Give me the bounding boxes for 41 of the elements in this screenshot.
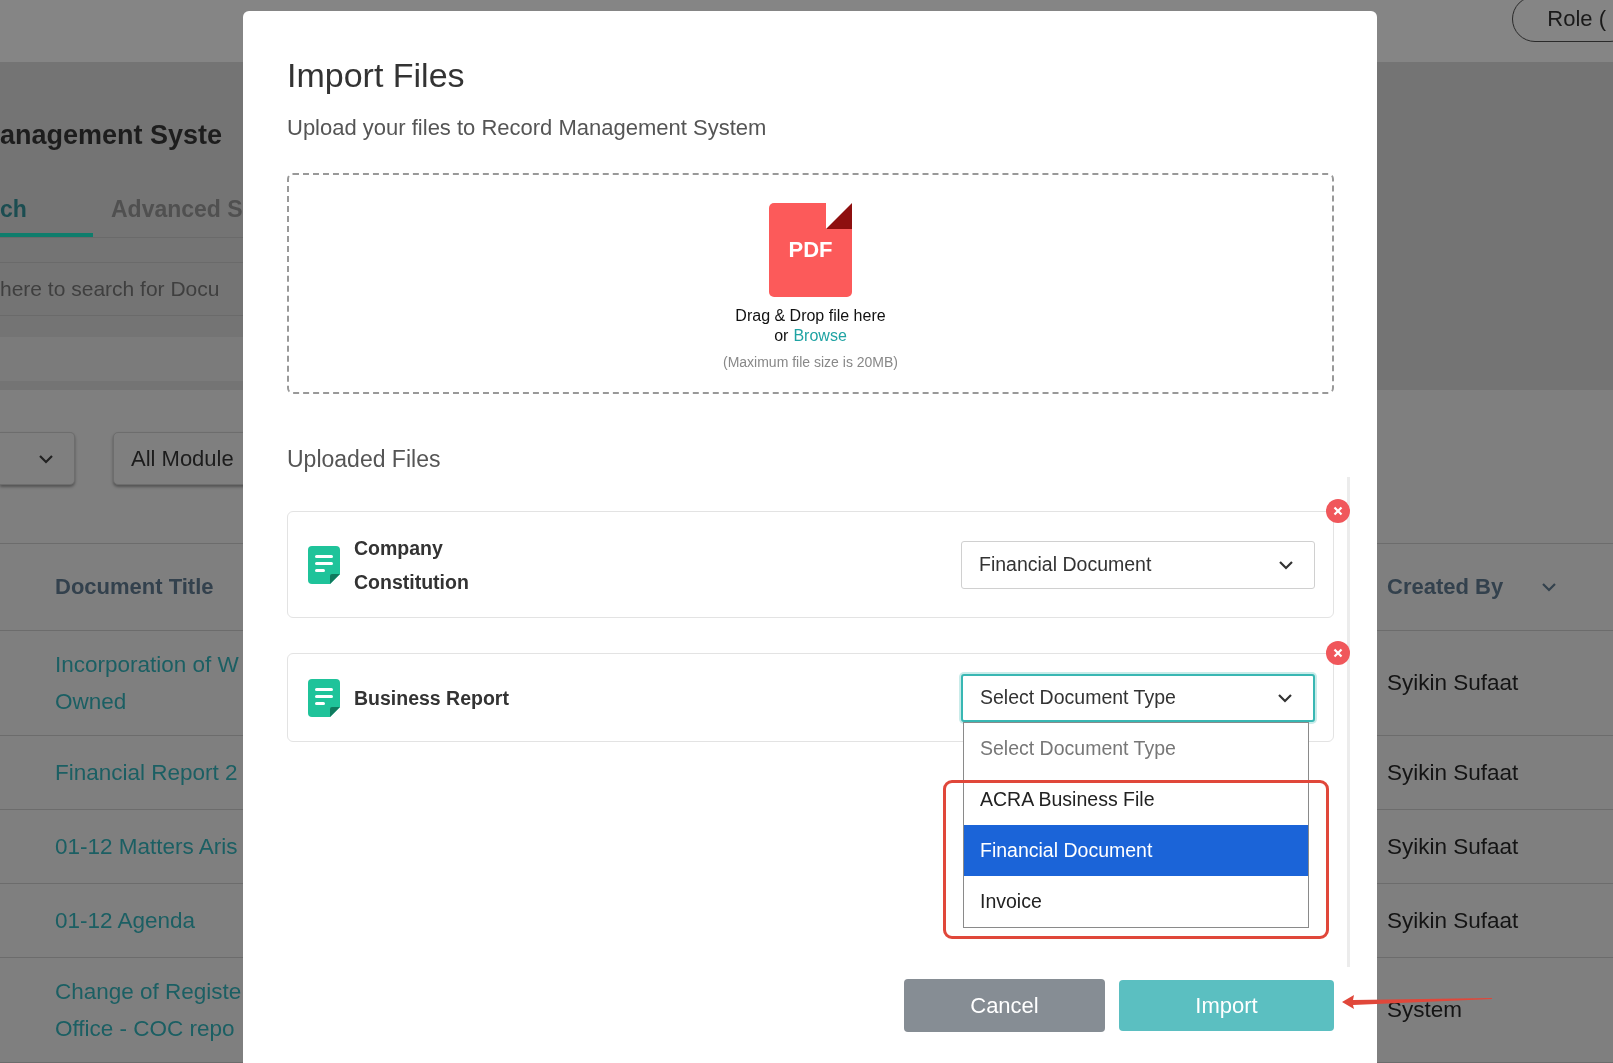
dropdown-option[interactable]: Invoice bbox=[964, 875, 1308, 927]
caret-icon bbox=[1278, 559, 1294, 570]
dialog-subtitle: Upload your files to Record Management System bbox=[287, 114, 768, 142]
document-icon bbox=[308, 545, 340, 584]
document-link[interactable]: 01-12 Agenda bbox=[55, 902, 243, 939]
size-note: (Maximum file size is 20MB) bbox=[723, 353, 898, 371]
dropdown-option[interactable]: Select Document Type bbox=[964, 722, 1308, 774]
column-header[interactable]: Created By bbox=[1387, 574, 1504, 600]
document-type-select[interactable]: Select Document Type bbox=[961, 673, 1315, 722]
dropdown-option[interactable]: ACRA Business File bbox=[964, 773, 1308, 825]
document-link[interactable]: Financial Report 2 bbox=[55, 754, 243, 791]
or-text: or bbox=[774, 326, 789, 346]
dialog-title: Import Files bbox=[287, 55, 466, 96]
remove-icon[interactable] bbox=[1326, 641, 1350, 665]
document-icon bbox=[308, 678, 340, 717]
tab[interactable]: ch bbox=[0, 185, 93, 237]
section-heading: Uploaded Files bbox=[287, 445, 442, 474]
table-cell: Syikin Sufaat bbox=[1387, 670, 1519, 696]
file-name: Company Constitution bbox=[354, 535, 470, 595]
document-link[interactable]: Incorporation of W Owned bbox=[55, 646, 243, 720]
dropdown-option[interactable]: Financial Document bbox=[964, 824, 1308, 876]
table-cell: Syikin Sufaat bbox=[1387, 759, 1519, 786]
table-cell: Syikin Sufaat bbox=[1387, 907, 1519, 934]
drop-zone[interactable]: PDF Drag & Drop file here or Browse (Maximum file size is 20MB) bbox=[287, 173, 1334, 394]
caret-icon bbox=[38, 453, 54, 464]
browse-link[interactable]: Browse bbox=[793, 326, 847, 346]
document-link[interactable]: 01-12 Matters Aris bbox=[55, 828, 243, 865]
filter-dropdown[interactable]: All Module bbox=[113, 432, 243, 485]
table-cell: Syikin Sufaat bbox=[1387, 833, 1519, 860]
document-type-select[interactable]: Financial Document bbox=[961, 540, 1315, 589]
cancel-button[interactable]: Cancel bbox=[904, 979, 1105, 1032]
caret-icon bbox=[1277, 692, 1293, 703]
table-cell: System bbox=[1387, 997, 1462, 1023]
document-link[interactable]: Change of Registe Office - COC repo bbox=[55, 973, 243, 1047]
import-button[interactable]: Import bbox=[1119, 980, 1334, 1031]
page-title: anagement Syste bbox=[0, 119, 224, 152]
file-name: Business Report bbox=[354, 685, 510, 711]
drop-prompt: Drag & Drop file here bbox=[735, 306, 886, 326]
pdf-file-icon: PDF bbox=[769, 203, 852, 297]
remove-icon[interactable] bbox=[1326, 499, 1350, 523]
column-header[interactable]: Document Title bbox=[55, 574, 214, 600]
